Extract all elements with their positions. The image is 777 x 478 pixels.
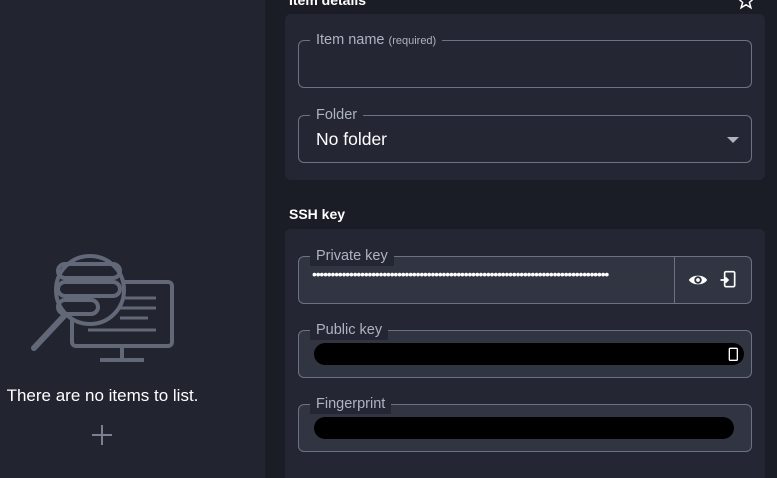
item-name-label: Item name (required) xyxy=(310,30,443,51)
item-name-field[interactable]: Item name (required) xyxy=(298,30,752,88)
private-key-label: Private key xyxy=(310,246,394,266)
fingerprint-label: Fingerprint xyxy=(310,394,392,414)
search-monitor-icon xyxy=(31,254,174,362)
folder-select[interactable]: Folder No folder xyxy=(298,105,752,163)
ssh-key-heading: SSH key xyxy=(289,206,346,222)
toggle-visibility-button[interactable] xyxy=(687,269,709,291)
add-item-button[interactable] xyxy=(88,421,116,449)
item-details-heading: Item details xyxy=(289,0,367,8)
item-form-pane: Item details Item name (required) Folder… xyxy=(265,0,777,478)
copy-icon xyxy=(720,270,736,288)
redaction-bar xyxy=(314,417,734,439)
copy-public-key-button[interactable] xyxy=(721,344,743,366)
empty-list-message: There are no items to list. xyxy=(6,386,199,405)
folder-label: Folder xyxy=(310,105,364,125)
ssh-key-card: Private key ••••••••••••••••••••••••••••… xyxy=(285,229,765,478)
item-list-pane: There are no items to list. xyxy=(0,0,265,478)
private-key-field[interactable]: Private key ••••••••••••••••••••••••••••… xyxy=(298,246,752,304)
redaction-bar xyxy=(314,343,744,365)
copy-private-key-button[interactable] xyxy=(717,269,739,291)
chevron-down-icon xyxy=(727,137,739,143)
eye-icon xyxy=(688,275,708,285)
item-details-card: Item name (required) Folder No folder xyxy=(285,14,765,180)
folder-value: No folder xyxy=(316,129,388,149)
private-key-actions xyxy=(674,257,751,303)
private-key-masked-value: ••••••••••••••••••••••••••••••••••••••••… xyxy=(312,266,609,282)
copy-icon xyxy=(728,347,738,361)
star-icon[interactable] xyxy=(737,0,755,10)
public-key-label: Public key xyxy=(310,320,389,340)
public-key-field[interactable]: Public key xyxy=(298,320,752,378)
plus-icon xyxy=(92,425,112,445)
fingerprint-field[interactable]: Fingerprint xyxy=(298,394,752,452)
required-hint: (required) xyxy=(388,35,437,47)
